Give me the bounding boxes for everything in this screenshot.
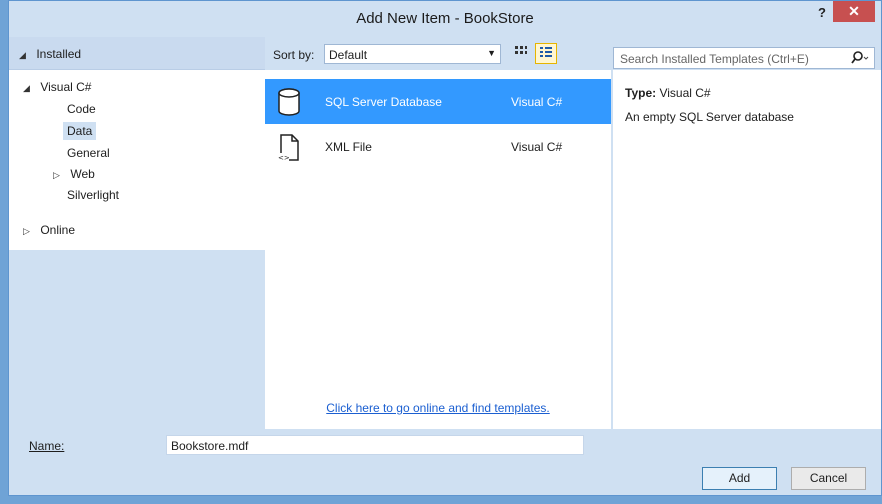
type-label: Type: — [625, 86, 657, 100]
template-language: Visual C# — [511, 95, 563, 109]
xml-file-icon: <> — [277, 133, 301, 166]
cancel-button[interactable]: Cancel — [791, 467, 866, 490]
tree-item-label: Web — [70, 167, 95, 181]
template-name: XML File — [325, 140, 372, 154]
expand-arrow-icon[interactable]: ▷ — [23, 226, 37, 237]
tree-item-data[interactable]: Data — [63, 122, 97, 140]
tree-item-silverlight[interactable]: Silverlight — [67, 188, 119, 202]
dialog-title: Add New Item - BookStore — [356, 10, 534, 27]
tree-item-label: Code — [67, 102, 96, 116]
template-language: Visual C# — [511, 140, 563, 154]
template-list: SQL Server Database Visual C# <> XML Fil… — [265, 70, 611, 429]
tree-item-label: Silverlight — [67, 188, 120, 202]
tree-item-label: Visual C# — [40, 80, 92, 94]
sort-by-value: Default — [329, 48, 368, 62]
database-icon — [277, 88, 301, 119]
template-name: SQL Server Database — [325, 95, 442, 109]
list-view-button[interactable] — [535, 43, 557, 64]
tree-item-general[interactable]: General — [67, 146, 110, 160]
tree-item-code[interactable]: Code — [67, 102, 96, 116]
expand-arrow-icon[interactable]: ▷ — [53, 170, 67, 181]
type-value: Visual C# — [659, 86, 711, 100]
template-description: An empty SQL Server database — [625, 110, 794, 124]
name-field[interactable]: Bookstore.mdf — [166, 435, 584, 455]
installed-node[interactable]: ◢ Installed — [9, 37, 265, 70]
collapse-arrow-icon[interactable]: ◢ — [19, 50, 33, 61]
help-button[interactable]: ? — [811, 5, 833, 25]
close-button[interactable]: ✕ — [833, 1, 875, 22]
sort-toolbar: Sort by: Default ▼ — [265, 37, 611, 70]
search-icon[interactable] — [850, 50, 870, 69]
add-new-item-dialog: Add New Item - BookStore ? ✕ ◢ Installed… — [8, 0, 882, 496]
tree-item-web[interactable]: ▷ Web — [53, 167, 95, 181]
template-categories-panel: ◢ Installed ◢ Visual C# Code Data Genera… — [9, 37, 265, 429]
sort-by-label: Sort by: — [273, 48, 315, 62]
installed-label: Installed — [36, 47, 82, 61]
add-button[interactable]: Add — [702, 467, 777, 490]
bottom-bar: Name: Bookstore.mdf Add Cancel — [9, 429, 881, 495]
sort-by-select[interactable]: Default ▼ — [324, 44, 501, 64]
name-label: Name: — [29, 439, 65, 453]
online-node[interactable]: ▷ Online — [23, 223, 75, 237]
small-icons-view-button[interactable] — [509, 43, 531, 64]
grid-view-icon — [515, 46, 527, 54]
template-details-panel: Type: Visual C# An empty SQL Server data… — [613, 70, 881, 429]
tree-item-label: Data — [67, 124, 93, 138]
search-placeholder: Search Installed Templates (Ctrl+E) — [620, 52, 809, 66]
online-templates-link[interactable]: Click here to go online and find templat… — [265, 401, 611, 415]
online-label: Online — [40, 223, 76, 237]
chevron-down-icon: ▼ — [487, 48, 496, 58]
template-type: Type: Visual C# — [625, 86, 711, 100]
search-templates-box[interactable]: Search Installed Templates (Ctrl+E) — [613, 47, 875, 69]
tree-item-label: General — [67, 146, 110, 160]
tree-item-visual-csharp[interactable]: ◢ Visual C# — [23, 80, 91, 94]
template-row-sql-server-database[interactable]: SQL Server Database Visual C# — [265, 79, 611, 124]
list-view-icon — [540, 47, 552, 57]
template-row-xml-file[interactable]: <> XML File Visual C# — [265, 124, 611, 169]
collapse-arrow-icon[interactable]: ◢ — [23, 83, 37, 94]
title-bar[interactable]: Add New Item - BookStore ? ✕ — [9, 1, 881, 37]
svg-text:<>: <> — [278, 154, 290, 162]
dialog-backdrop: Add New Item - BookStore ? ✕ ◢ Installed… — [0, 0, 882, 504]
